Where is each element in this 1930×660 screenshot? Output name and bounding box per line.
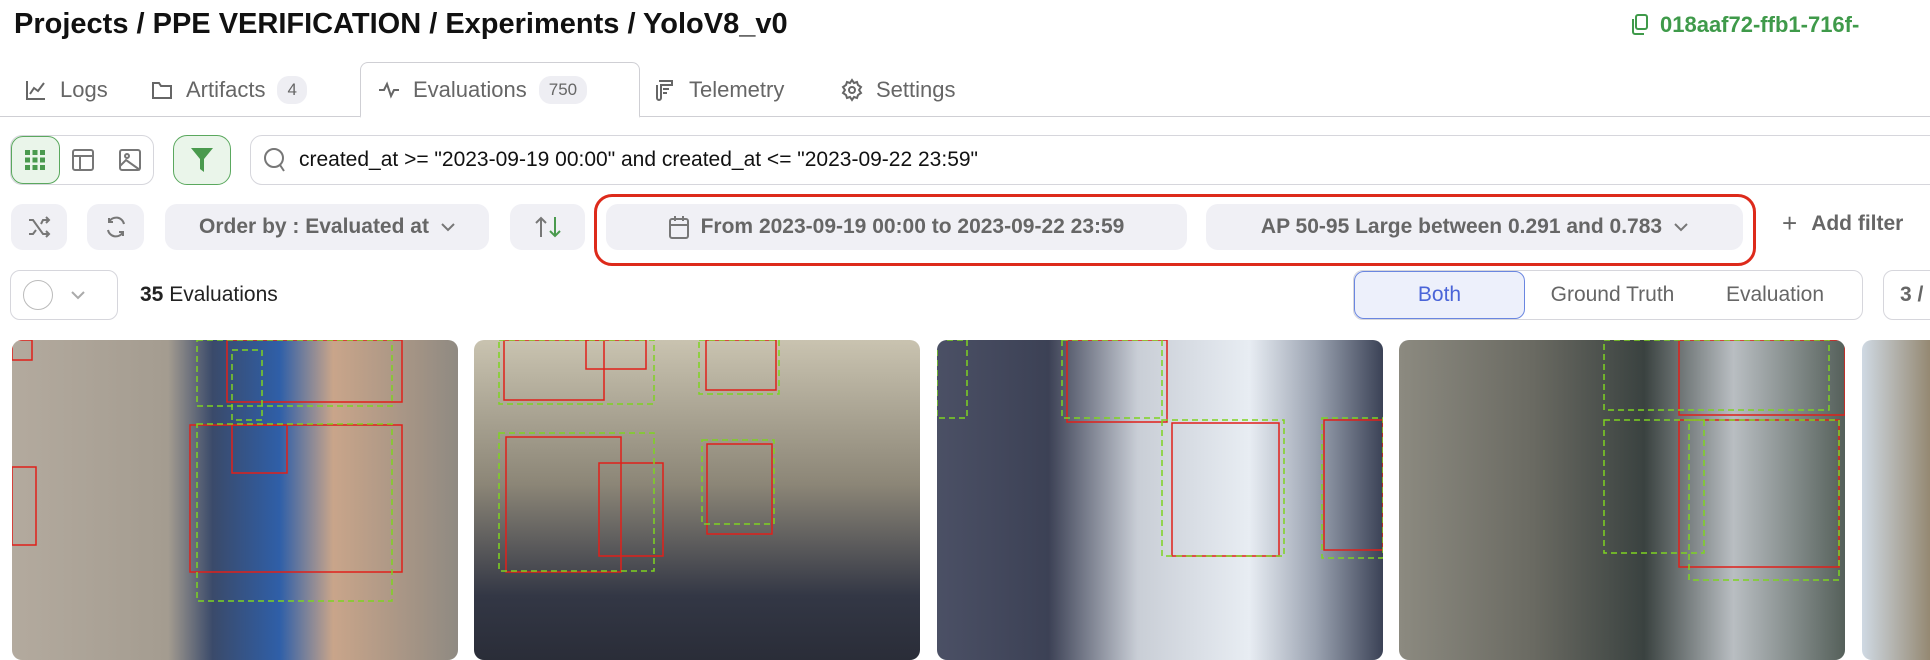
evaluation-image-card[interactable] (474, 340, 920, 660)
count-value: 35 (140, 283, 164, 306)
metric-filter-chip[interactable]: AP 50-95 Large between 0.291 and 0.783 (1206, 204, 1743, 250)
tab-label: Artifacts (186, 76, 266, 102)
tab-label: Evaluations (413, 76, 527, 102)
plus-icon: + (1782, 208, 1798, 238)
image-icon (118, 149, 141, 171)
evaluation-image-card[interactable] (1399, 340, 1845, 660)
display-mode-toggle: Both Ground Truth Evaluation (1353, 270, 1863, 320)
chart-line-icon (26, 80, 45, 100)
gear-icon (841, 77, 863, 102)
bounding-boxes (1603, 340, 1845, 581)
evaluation-image-card[interactable] (1862, 340, 1930, 660)
shuffle-icon (29, 216, 51, 238)
copy-icon (1632, 14, 1648, 35)
tab-evaluations[interactable]: Evaluations 750 (360, 62, 640, 118)
sort-arrows-icon (534, 216, 561, 238)
evaluation-image-card[interactable] (12, 340, 458, 660)
artifacts-count-badge: 4 (277, 75, 307, 104)
shuffle-button[interactable] (11, 204, 67, 250)
search-icon (264, 148, 285, 172)
tab-label: Telemetry (689, 76, 785, 102)
tab-logs[interactable]: Logs (24, 62, 108, 117)
table-view-button[interactable] (60, 136, 107, 184)
grid-icon (25, 150, 46, 170)
tab-bar: Logs Artifacts 4 Evaluations 750 Telemet… (0, 62, 1930, 118)
display-evaluation-button[interactable]: Evaluation (1700, 271, 1850, 319)
results-count: 35 Evaluations (140, 283, 278, 307)
breadcrumb: Projects / PPE VERIFICATION / Experiment… (14, 8, 788, 40)
refresh-button[interactable] (87, 204, 144, 250)
table-icon (72, 149, 94, 171)
evaluations-count-badge: 750 (538, 75, 588, 104)
search-input[interactable]: created_at >= "2023-09-19 00:00" and cre… (250, 135, 1930, 185)
add-filter-label: Add filter (1811, 212, 1904, 235)
page-indicator[interactable]: 3 / (1883, 270, 1930, 320)
select-all-checkbox[interactable] (23, 280, 53, 310)
select-all-dropdown[interactable] (10, 270, 118, 320)
scroll-icon (656, 79, 673, 101)
tab-telemetry[interactable]: Telemetry (653, 62, 784, 117)
calendar-icon (668, 216, 689, 239)
count-label: Evaluations (169, 283, 278, 306)
evaluation-image-card[interactable] (937, 340, 1383, 660)
order-by-dropdown[interactable]: Order by : Evaluated at (165, 204, 489, 250)
run-id: 018aaf72-ffb1-716f- (1660, 12, 1860, 37)
chevron-down-icon (441, 223, 455, 232)
filter-toggle-button[interactable] (173, 135, 231, 185)
tab-label: Settings (876, 76, 956, 102)
bounding-boxes (937, 340, 1383, 559)
display-ground-truth-button[interactable]: Ground Truth (1525, 271, 1700, 319)
tab-label: Logs (60, 76, 108, 102)
image-view-button[interactable] (106, 136, 153, 184)
tab-artifacts[interactable]: Artifacts 4 (150, 62, 307, 117)
activity-icon (379, 80, 399, 99)
funnel-icon (191, 148, 213, 172)
display-both-button[interactable]: Both (1354, 271, 1525, 319)
folder-icon (152, 81, 172, 99)
order-by-label: Order by : Evaluated at (199, 215, 429, 238)
run-id-copy[interactable]: 018aaf72-ffb1-716f- (1628, 12, 1859, 38)
add-filter-button[interactable]: + Add filter (1782, 208, 1904, 238)
sort-direction-button[interactable] (510, 204, 585, 250)
bounding-boxes (12, 340, 403, 602)
bounding-boxes (498, 340, 780, 573)
date-range-filter-chip[interactable]: From 2023-09-19 00:00 to 2023-09-22 23:5… (606, 204, 1187, 250)
search-query: created_at >= "2023-09-19 00:00" and cre… (299, 148, 979, 171)
metric-filter-label: AP 50-95 Large between 0.291 and 0.783 (1260, 215, 1663, 238)
tab-settings[interactable]: Settings (840, 62, 956, 117)
chevron-down-icon (71, 291, 85, 300)
grid-view-button[interactable] (11, 136, 60, 184)
chevron-down-icon (1674, 223, 1688, 232)
refresh-icon (106, 216, 125, 238)
view-mode-toggle (10, 135, 154, 185)
date-filter-label: From 2023-09-19 00:00 to 2023-09-22 23:5… (700, 215, 1125, 238)
